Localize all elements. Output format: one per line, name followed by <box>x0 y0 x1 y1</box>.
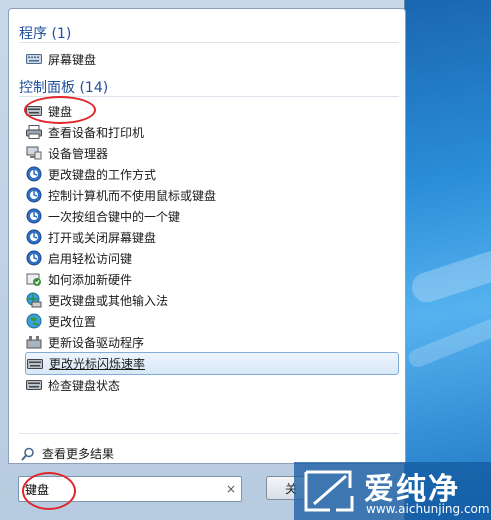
result-label: 键盘 <box>48 104 73 119</box>
result-item-sticky-keys[interactable]: 一次按组合键中的一个键 <box>25 206 397 226</box>
printer-icon <box>25 124 43 140</box>
see-more-results-link[interactable]: 查看更多结果 <box>19 445 114 462</box>
globe-icon <box>25 313 43 329</box>
result-label: 更改光标闪烁速率 <box>49 357 146 371</box>
control-panel-header[interactable]: 控制面板 (14) <box>19 77 108 97</box>
result-item-on-screen-keyboard[interactable]: 屏幕键盘 <box>25 49 397 69</box>
result-item-control-without-mouse[interactable]: 控制计算机而不使用鼠标或键盘 <box>25 185 397 205</box>
section-divider <box>19 42 399 43</box>
result-item-check-keyboard-status[interactable]: 检查键盘状态 <box>25 375 397 395</box>
start-menu: 程序 (1) 屏幕键盘 控制面板 (14) 键盘 查看设备和打印机 设备管理器 … <box>0 0 406 520</box>
programs-header[interactable]: 程序 (1) <box>19 23 71 43</box>
desktop-light-streak <box>408 243 491 307</box>
ease-of-access-icon <box>25 250 43 266</box>
see-more-results-label: 查看更多结果 <box>42 447 115 461</box>
desktop-background <box>400 0 491 520</box>
search-icon <box>19 446 37 462</box>
ease-of-access-icon <box>25 187 43 203</box>
result-item-keyboard[interactable]: 键盘 <box>25 101 397 121</box>
search-input-value: 键盘 <box>25 482 50 497</box>
result-label: 更改键盘或其他输入法 <box>48 293 169 308</box>
result-item-device-manager[interactable]: 设备管理器 <box>25 143 397 163</box>
result-label: 查看设备和打印机 <box>48 125 145 140</box>
result-label: 启用轻松访问键 <box>48 251 133 266</box>
section-divider <box>19 433 399 434</box>
keyboard-icon <box>26 356 44 372</box>
driver-update-icon <box>25 334 43 350</box>
keyboard-icon <box>25 377 43 393</box>
ease-of-access-icon <box>25 208 43 224</box>
help-hardware-icon <box>25 271 43 287</box>
result-label: 更改位置 <box>48 314 97 329</box>
result-label: 更改键盘的工作方式 <box>48 167 157 182</box>
result-item-toggle-on-screen-keyboard[interactable]: 打开或关闭屏幕键盘 <box>25 227 397 247</box>
clear-search-icon[interactable]: × <box>221 482 241 496</box>
result-label: 如何添加新硬件 <box>48 272 133 287</box>
result-item-change-input-methods[interactable]: 更改键盘或其他输入法 <box>25 290 397 310</box>
watermark: 爱纯净 www.aichunjing.com <box>294 462 491 520</box>
result-item-update-drivers[interactable]: 更新设备驱动程序 <box>25 332 397 352</box>
result-label: 控制计算机而不使用鼠标或键盘 <box>48 188 217 203</box>
result-label: 打开或关闭屏幕键盘 <box>48 230 157 245</box>
watermark-url: www.aichunjing.com <box>366 502 490 516</box>
watermark-logo-icon <box>304 470 354 512</box>
result-item-devices-printers[interactable]: 查看设备和打印机 <box>25 122 397 142</box>
result-label: 设备管理器 <box>48 146 109 161</box>
result-label: 一次按组合键中的一个键 <box>48 209 181 224</box>
result-label: 检查键盘状态 <box>48 378 121 393</box>
result-item-add-hardware[interactable]: 如何添加新硬件 <box>25 269 397 289</box>
keyboard-icon <box>25 103 43 119</box>
result-item-change-keyboard-behavior[interactable]: 更改键盘的工作方式 <box>25 164 397 184</box>
keyboard-icon <box>25 51 43 67</box>
result-item-ease-of-access-keys[interactable]: 启用轻松访问键 <box>25 248 397 268</box>
result-item-cursor-blink-rate[interactable]: 更改光标闪烁速率 <box>25 352 399 375</box>
result-label: 更新设备驱动程序 <box>48 335 145 350</box>
ease-of-access-icon <box>25 166 43 182</box>
device-manager-icon <box>25 145 43 161</box>
desktop-light-streak <box>405 308 491 370</box>
search-results-panel: 程序 (1) 屏幕键盘 控制面板 (14) 键盘 查看设备和打印机 设备管理器 … <box>8 8 406 464</box>
result-label: 屏幕键盘 <box>48 52 97 67</box>
globe-keyboard-icon <box>25 292 43 308</box>
ease-of-access-icon <box>25 229 43 245</box>
section-divider <box>19 96 399 97</box>
search-input[interactable]: 键盘 × <box>18 476 242 502</box>
result-item-change-location[interactable]: 更改位置 <box>25 311 397 331</box>
